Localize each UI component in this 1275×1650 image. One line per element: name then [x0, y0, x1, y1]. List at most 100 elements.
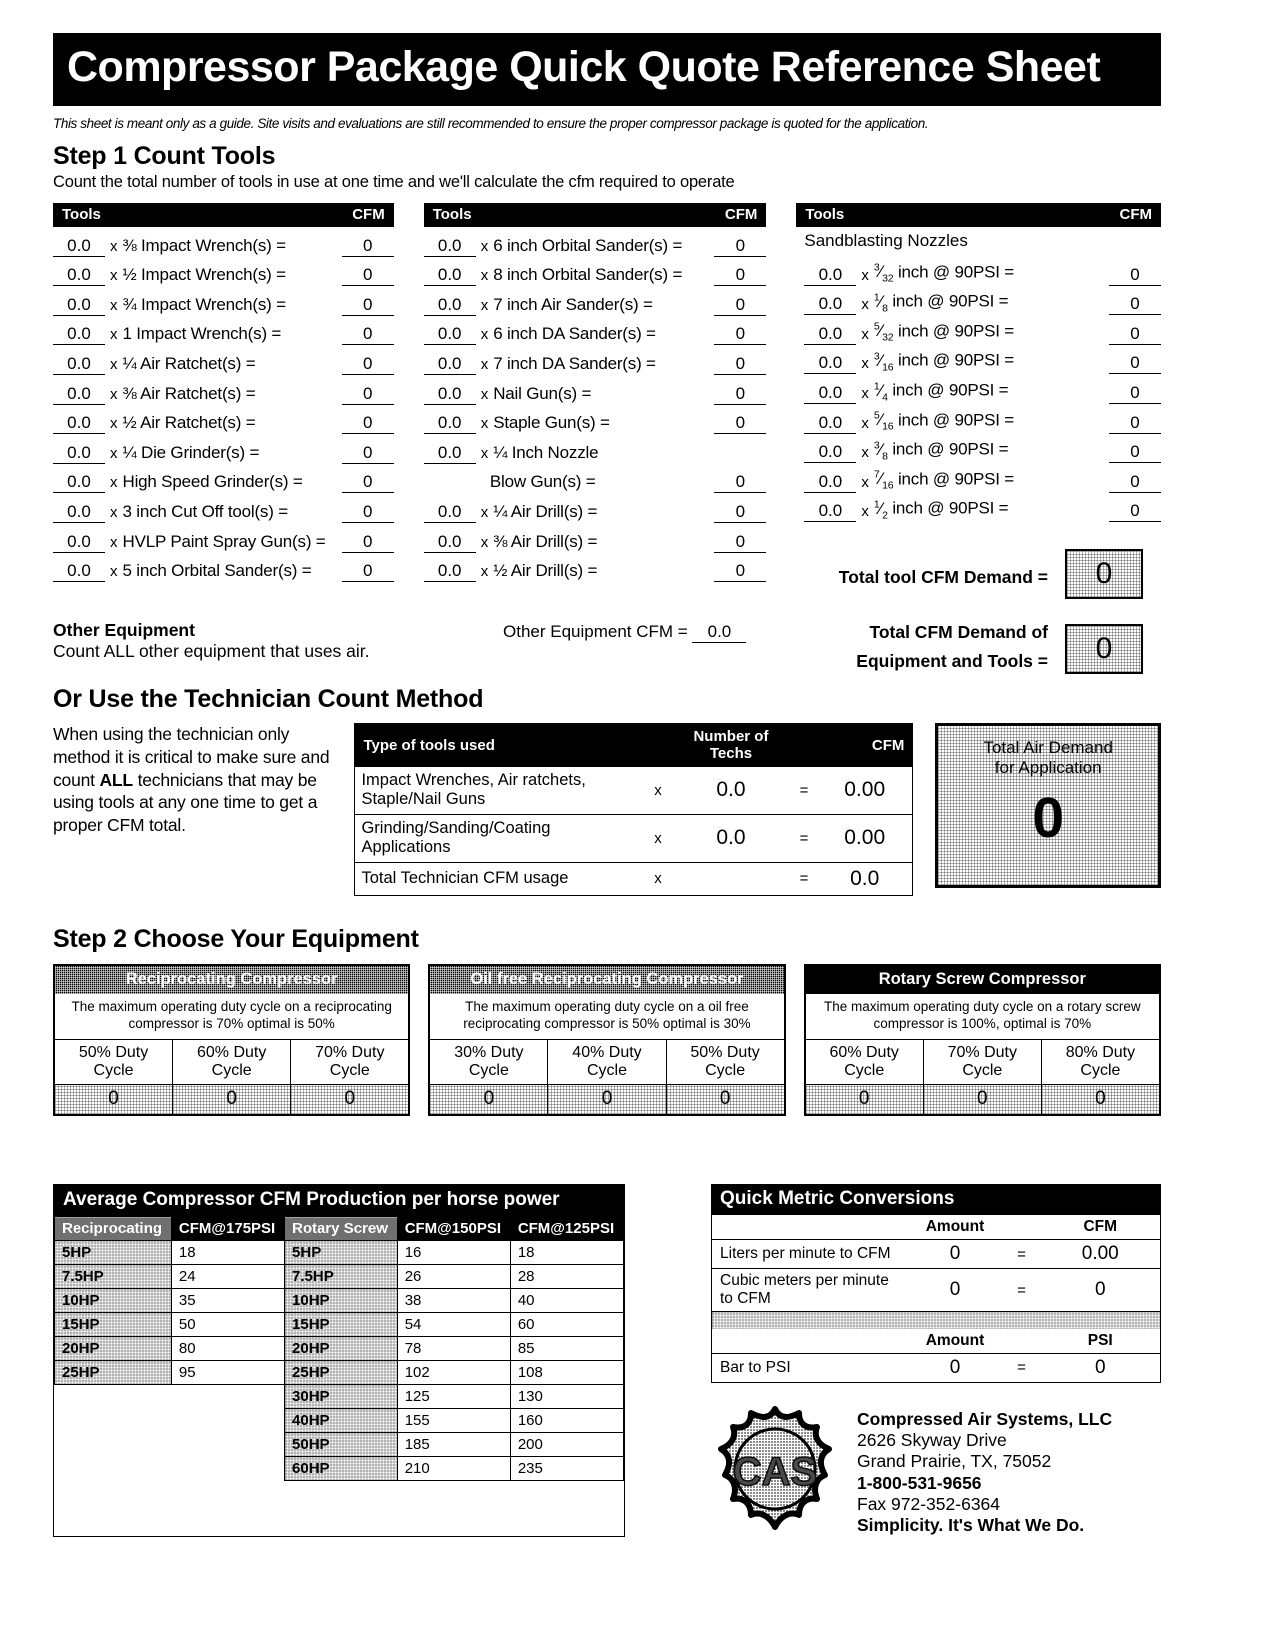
avg-table-cell: 60 [509, 1312, 625, 1337]
technician-row-techs[interactable]: 0.0 [670, 813, 791, 863]
company-street: 2626 Skyway Drive [857, 1429, 1007, 1450]
tool-c2-cfm-value: 0 [714, 532, 767, 553]
tool-c1-row: 0.0 x ½ Air Ratchet(s) = 0 [53, 405, 394, 435]
tool-c1-label: ¼ Die Grinder(s) = [122, 442, 260, 462]
other-equipment-heading: Other Equipment [53, 620, 195, 640]
tool-c2-multiply-sign: x [480, 533, 489, 551]
other-equipment-cfm-value[interactable]: 0.0 [692, 622, 747, 643]
avg-table-cell: 80 [170, 1336, 286, 1361]
tool-c1-qty-input[interactable]: 0.0 [53, 324, 105, 346]
technician-row-cfm: 0.0 [816, 861, 913, 896]
tool-c1-qty-input[interactable]: 0.0 [53, 443, 105, 464]
total-air-demand-line1: Total Air Demand [983, 738, 1113, 757]
tool-c2-qty-input[interactable]: 0.0 [423, 561, 476, 583]
tool-c2-qty-input[interactable]: 0.0 [423, 532, 476, 553]
tool-c2-qty-input[interactable] [424, 492, 476, 493]
tool-c1-qty-input[interactable]: 0.0 [53, 295, 105, 316]
avg-table-cell: 16 [396, 1240, 511, 1265]
sandblast-label: 1⁄2 inch @ 90PSI = [873, 498, 1009, 522]
sandblast-multiply-sign: x [861, 266, 869, 284]
tool-c1-label: ½ Air Ratchet(s) = [122, 413, 256, 433]
avg-table-cell: 102 [396, 1360, 511, 1385]
sandblast-qty-input[interactable]: 0.0 [804, 472, 857, 493]
metric-header-eq-blank [1003, 1215, 1041, 1240]
sandblast-qty-input[interactable]: 0.0 [804, 324, 857, 345]
duty-cycle-header: 30% Duty Cycle [430, 1039, 549, 1084]
tool-c2-qty-input[interactable]: 0.0 [423, 443, 476, 464]
equipment-box-3-title: Rotary Screw Compressor [805, 966, 1159, 994]
tool-c2-multiply-sign: x [480, 385, 489, 403]
tool-c1-qty-input[interactable]: 0.0 [53, 532, 105, 553]
total-tool-cfm-demand-label: Total tool CFM Demand = [838, 567, 1048, 587]
metric-table-caption: Quick Metric Conversions [711, 1184, 1161, 1215]
tool-c1-multiply-sign: x [110, 237, 118, 255]
tool-c2-label: 6 inch DA Sander(s) = [493, 324, 656, 344]
duty-cycle-header: 60% Duty Cycle [173, 1039, 292, 1084]
tool-c1-qty-input[interactable]: 0.0 [53, 384, 105, 405]
sandblast-qty-input[interactable]: 0.0 [804, 265, 857, 286]
tool-c1-row: 0.0 x ¼ Die Grinder(s) = 0 [53, 434, 394, 464]
technician-row-cfm: 0.00 [816, 813, 913, 863]
tool-c2-cfm-value: 0 [714, 502, 767, 523]
tool-c1-qty-input[interactable]: 0.0 [53, 354, 105, 375]
tool-c1-label: ¾ Impact Wrench(s) = [122, 294, 287, 314]
equipment-box-1-description: The maximum operating duty cycle on a re… [55, 994, 409, 1040]
metric-amount-liters[interactable]: 0 [907, 1239, 1003, 1269]
technician-row-equals: = [790, 861, 817, 896]
sandblast-qty-input[interactable]: 0.0 [804, 413, 857, 434]
avg-table-row: 40HP 155 160 [55, 1408, 625, 1433]
sandblast-qty-input[interactable]: 0.0 [804, 501, 857, 523]
avg-table-cell: 7.5HP [284, 1264, 398, 1289]
tool-c2-qty-input[interactable]: 0.0 [423, 354, 476, 375]
tool-c1-qty-input[interactable]: 0.0 [53, 561, 105, 583]
tool-c2-qty-input[interactable]: 0.0 [423, 324, 476, 346]
tool-c1-row: 0.0 x 1 Impact Wrench(s) = 0 [53, 316, 394, 346]
sandblast-qty-input[interactable]: 0.0 [804, 294, 857, 316]
avg-table-cell: 50 [170, 1312, 286, 1337]
technician-row-techs[interactable] [670, 861, 791, 896]
metric-amount-cubic[interactable]: 0 [907, 1268, 1003, 1312]
metric-row-bar: Bar to PSI 0 = 0 [711, 1352, 1161, 1382]
metric-header-row-cfm: Amount CFM [712, 1215, 1161, 1240]
tool-c2-row: 0.0 x 7 inch DA Sander(s) = 0 [423, 345, 767, 375]
tool-c1-row: 0.0 x 5 inch Orbital Sander(s) = 0 [53, 553, 394, 583]
tool-c1-multiply-sign: x [110, 533, 118, 551]
disclaimer-text: This sheet is meant only as a guide. Sit… [53, 116, 929, 131]
avg-table-row: 7.5HP 24 7.5HP 26 28 [54, 1264, 625, 1289]
total-tool-cfm-demand-box: 0 [1065, 549, 1143, 599]
tool-c2-qty-input[interactable]: 0.0 [423, 265, 476, 287]
avg-table-row: 60HP 210 235 [55, 1456, 625, 1481]
avg-table-cell: 20HP [284, 1336, 398, 1361]
tool-c1-row: 0.0 x ⅜ Impact Wrench(s) = 0 [53, 227, 394, 257]
technician-row-equals: = [790, 813, 817, 863]
tool-c1-qty-input[interactable]: 0.0 [53, 502, 105, 523]
total-air-demand-value: 0 [1032, 785, 1065, 850]
sandblast-label: 1⁄4 inch @ 90PSI = [873, 379, 1009, 403]
tool-c2-qty-input[interactable]: 0.0 [423, 384, 476, 405]
avg-table-row: 5HP 18 5HP 16 18 [54, 1240, 625, 1265]
tool-c2-qty-input[interactable]: 0.0 [423, 413, 476, 435]
metric-spacer-row [711, 1311, 1161, 1329]
total-cfm-equipment-tools-box: 0 [1065, 624, 1143, 674]
metric-label-cubic: Cubic meters per minute to CFM [711, 1268, 908, 1312]
average-cfm-table-caption: Average Compressor CFM Production per ho… [54, 1185, 624, 1216]
metric-header-amount-2: Amount [925, 1331, 985, 1349]
sandblast-qty-input[interactable]: 0.0 [804, 383, 857, 404]
tool-c1-multiply-sign: x [110, 296, 118, 314]
cfm-header-label: CFM [724, 206, 758, 223]
technician-row-techs[interactable]: 0.0 [670, 766, 791, 815]
tool-c1-qty-input[interactable]: 0.0 [53, 472, 105, 494]
sandblast-qty-input[interactable]: 0.0 [804, 353, 857, 375]
tool-c1-qty-input[interactable]: 0.0 [53, 413, 105, 435]
company-phone[interactable]: 1-800-531-9656 [857, 1473, 1112, 1494]
technician-table-row: Impact Wrenches, Air ratchets, Staple/Na… [354, 766, 913, 815]
sandblast-multiply-sign: x [861, 503, 869, 521]
tool-c1-qty-input[interactable]: 0.0 [53, 236, 105, 257]
tool-c2-qty-input[interactable]: 0.0 [423, 236, 476, 257]
metric-amount-bar[interactable]: 0 [907, 1352, 1003, 1382]
sandblast-qty-input[interactable]: 0.0 [804, 442, 857, 464]
tool-c1-qty-input[interactable]: 0.0 [53, 265, 105, 287]
tool-c2-qty-input[interactable]: 0.0 [423, 295, 476, 316]
tool-c2-row: 0.0 x ⅜ Air Drill(s) = 0 [423, 523, 767, 553]
tool-c2-qty-input[interactable]: 0.0 [423, 502, 476, 523]
